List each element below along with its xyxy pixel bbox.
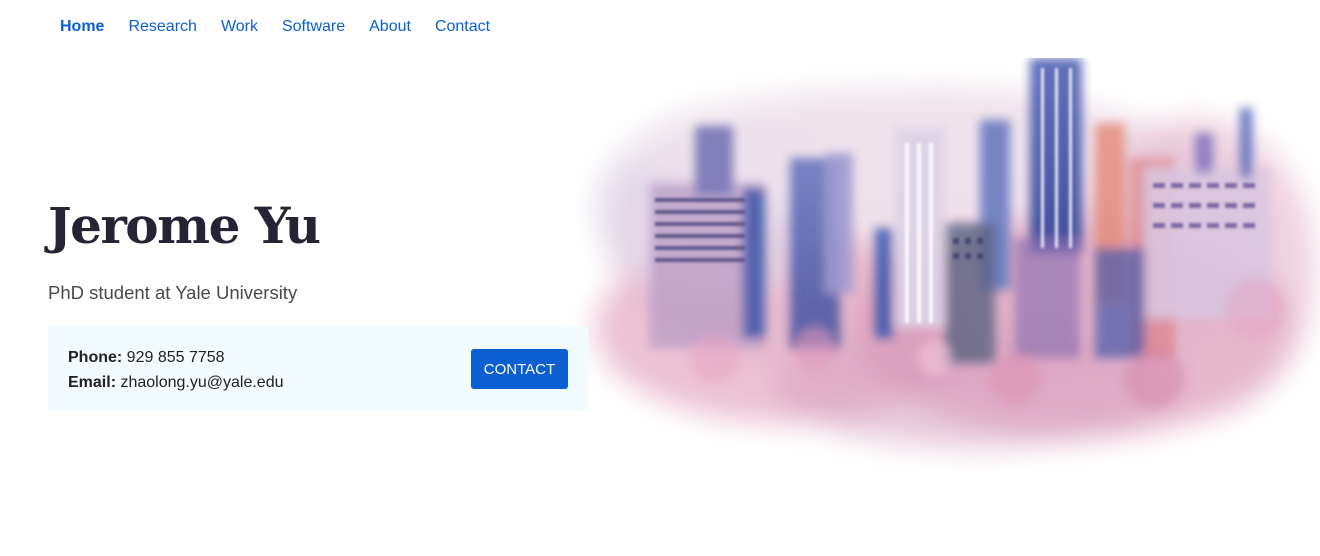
contact-card: Phone: 929 855 7758 Email: zhaolong.yu@y…	[48, 326, 588, 410]
phone-label: Phone:	[68, 349, 123, 366]
nav-contact[interactable]: Contact	[435, 18, 490, 36]
phone-value: 929 855 7758	[126, 349, 225, 366]
email-line: Email: zhaolong.yu@yale.edu	[68, 370, 284, 395]
page: Home Research Work Software About Contac…	[0, 0, 1320, 556]
email-value: zhaolong.yu@yale.edu	[120, 374, 284, 391]
phone-line: Phone: 929 855 7758	[68, 345, 284, 370]
nav-research[interactable]: Research	[128, 18, 196, 36]
subtitle: PhD student at Yale University	[48, 282, 298, 303]
nav-about[interactable]: About	[369, 18, 411, 36]
contact-details: Phone: 929 855 7758 Email: zhaolong.yu@y…	[68, 345, 284, 395]
email-label: Email:	[68, 374, 117, 391]
nav-work[interactable]: Work	[221, 18, 258, 36]
nav-home[interactable]: Home	[60, 18, 104, 36]
page-title: Jerome Yu	[48, 196, 321, 255]
contact-button[interactable]: CONTACT	[471, 349, 568, 389]
nav-software[interactable]: Software	[282, 18, 345, 36]
watercolor-skyline-image	[595, 58, 1315, 448]
top-nav: Home Research Work Software About Contac…	[60, 0, 514, 54]
